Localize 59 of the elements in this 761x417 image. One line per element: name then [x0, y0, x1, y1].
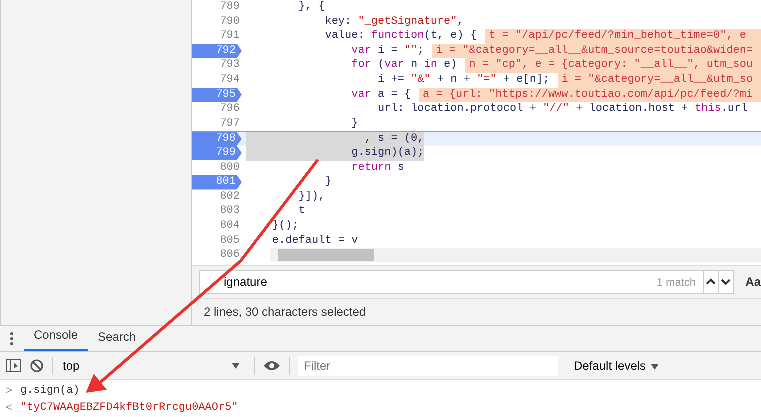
code-line: var i = "";: [350, 44, 424, 58]
breakpoint-marker[interactable]: 795: [192, 88, 242, 102]
input-prompt: >: [6, 384, 12, 400]
code-line: return s: [350, 160, 404, 176]
code-line: var a = {: [350, 88, 412, 102]
line-number[interactable]: 802: [192, 190, 246, 204]
code-line: key: "_getSignature",: [324, 14, 464, 30]
previous-match-button[interactable]: [704, 270, 719, 294]
line-number[interactable]: 800: [192, 160, 246, 176]
inline-value: i = "&category=__all__&utm_source=toutiao&widen=: [432, 44, 761, 58]
inline-value: n = "cp", e = {category: "__all__", utm_sou: [465, 58, 761, 73]
line-number[interactable]: 797: [192, 116, 246, 132]
caret-icon: [651, 364, 660, 370]
breakpoint-marker[interactable]: 792: [192, 44, 242, 58]
line-number[interactable]: 805: [192, 234, 246, 248]
inline-value: t = "/api/pc/feed/?min_behot_time=0", e: [485, 29, 761, 44]
chevron-up-icon: [706, 278, 716, 286]
code-line: url: location.protocol + "//" + location.host + this.url: [377, 102, 748, 117]
result-prompt: <: [6, 401, 12, 416]
breakpoint-marker[interactable]: 801: [192, 175, 242, 190]
context-select[interactable]: top: [61, 356, 246, 374]
code-line: for (var n in e): [350, 58, 458, 73]
breakpoint-marker[interactable]: 798: [192, 132, 242, 146]
code-line: }();: [271, 218, 299, 234]
match-count: 1 match: [656, 276, 696, 291]
line-number[interactable]: 806: [192, 248, 246, 263]
clear-console-icon[interactable]: [30, 356, 44, 374]
log-levels-dropdown[interactable]: Default levels: [570, 356, 664, 374]
line-number[interactable]: 804: [192, 218, 246, 234]
horizontal-scrollbar[interactable]: [270, 248, 761, 262]
line-number[interactable]: 803: [192, 204, 246, 219]
line-number[interactable]: 790: [192, 14, 246, 30]
code-line: e.default = v: [271, 234, 358, 248]
chevron-down-icon: [720, 278, 731, 286]
inline-value: i = "&category=__all__&utm_so: [558, 72, 761, 88]
code-line: value: function(t, e) {: [324, 29, 478, 44]
inline-value: a = {url: "https://www.toutiao.com/api/pc/feed/?mi: [419, 88, 761, 102]
next-match-button[interactable]: [718, 270, 734, 294]
drawer-tab[interactable]: Search: [88, 325, 146, 351]
code-line: i += "&" + n + "=" + e[n];: [377, 72, 550, 88]
code-line: }: [350, 116, 358, 132]
code-line: }]),: [298, 190, 326, 204]
code-line: t: [298, 204, 306, 219]
sidebar-toggle-icon[interactable]: [6, 356, 22, 374]
line-number[interactable]: 789: [192, 0, 246, 15]
code-line: }: [324, 175, 332, 190]
line-number[interactable]: 791: [192, 29, 246, 44]
console-result: "tyC7WAAgEBZFD4kfBt0rRrcgu0AAOr5": [20, 401, 238, 416]
caret-icon: [232, 362, 240, 368]
selection-status: 2 lines, 30 characters selected: [204, 304, 366, 321]
line-number[interactable]: 794: [192, 72, 246, 88]
line-number[interactable]: 793: [192, 58, 246, 73]
breakpoint-marker[interactable]: 799: [192, 146, 242, 161]
match-case-toggle[interactable]: Aa: [746, 273, 761, 291]
console-command: g.sign(a): [20, 384, 80, 400]
line-number[interactable]: 796: [192, 102, 246, 117]
code-line: }, {: [298, 0, 326, 15]
more-icon[interactable]: [10, 330, 14, 348]
filter-field[interactable]: Filter: [298, 356, 558, 376]
